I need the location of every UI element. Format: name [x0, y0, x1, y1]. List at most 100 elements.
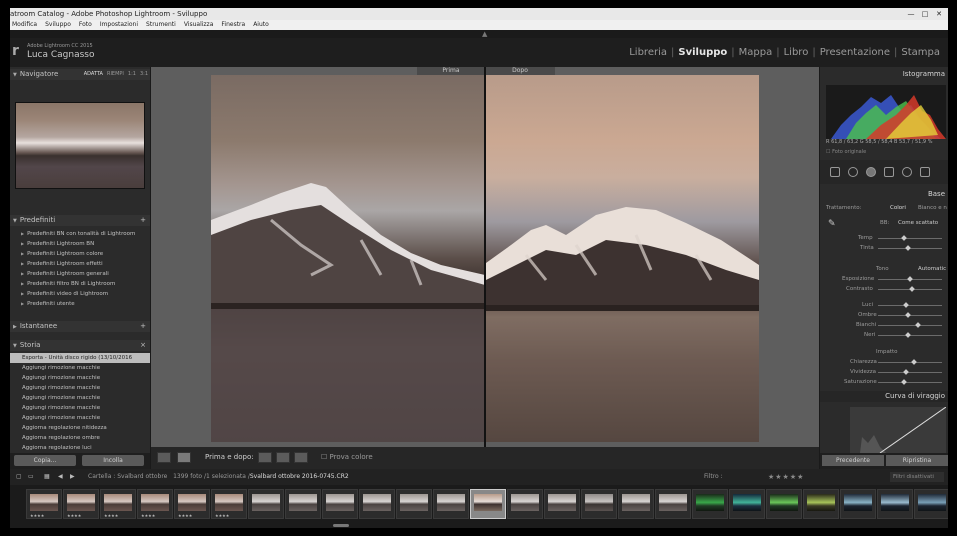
whites-slider[interactable] [878, 325, 942, 326]
filmstrip-thumbnail[interactable] [581, 489, 617, 519]
after-image[interactable] [486, 75, 759, 442]
contrast-knob[interactable] [909, 286, 915, 292]
history-item[interactable]: Aggiungi rimozione macchie [10, 403, 150, 413]
filmstrip-thumbnail[interactable] [433, 489, 469, 519]
copy-before-to-after-button[interactable] [258, 452, 272, 463]
module-libreria[interactable]: Libreria [629, 47, 667, 58]
histogram[interactable] [826, 85, 946, 139]
soft-proofing-checkbox[interactable]: ☐ Prova colore [321, 453, 373, 461]
vibrance-slider[interactable] [878, 372, 942, 373]
preset-folder[interactable]: ▶ Predefiniti filtro BN di Lightroom [10, 279, 150, 289]
filmstrip-thumbnail[interactable]: ★★★★ [211, 489, 247, 519]
navigator-header[interactable]: ▼ Navigatore ADATTA RIEMPI 1:1 3:1 [10, 69, 150, 80]
minimize-icon[interactable]: — [906, 8, 916, 20]
history-item[interactable]: Esporta - Unità disco rigido (13/10/2016… [10, 353, 150, 371]
preset-folder[interactable]: ▶ Predefiniti Lightroom effetti [10, 259, 150, 269]
radial-filter-icon[interactable] [902, 167, 912, 177]
clarity-slider[interactable] [878, 362, 942, 363]
treatment-bw[interactable]: Bianco e n [918, 205, 947, 211]
add-snapshot-icon[interactable]: + [140, 321, 146, 332]
red-eye-icon[interactable] [866, 167, 876, 177]
filmstrip-thumbnail[interactable] [285, 489, 321, 519]
history-item[interactable]: Aggiungi rimozione macchie [10, 393, 150, 403]
reset-button[interactable]: Ripristina [886, 455, 948, 466]
filmstrip-thumbnail-selected[interactable] [470, 489, 506, 519]
filmstrip-scrollbar[interactable] [333, 524, 349, 527]
menu-impostazioni[interactable]: Impostazioni [100, 20, 138, 30]
zoom-fill[interactable]: RIEMPI [107, 69, 124, 80]
tone-curve-header[interactable]: Curva di viraggio [820, 391, 948, 402]
basic-header[interactable]: Base [820, 189, 948, 200]
collapse-top-panel-icon[interactable]: ▲ [482, 31, 490, 38]
histogram-header[interactable]: Istogramma [820, 69, 948, 80]
filter-preset-select[interactable]: Filtri disattivati [890, 472, 944, 482]
adjustment-brush-icon[interactable] [920, 167, 930, 177]
temp-knob[interactable] [901, 235, 907, 241]
swap-before-after-button[interactable] [294, 452, 308, 463]
module-mappa[interactable]: Mappa [739, 47, 773, 58]
filmstrip-thumbnail[interactable]: ★★★★ [26, 489, 62, 519]
loupe-view-button[interactable] [157, 452, 171, 463]
zoom-fit[interactable]: ADATTA [84, 69, 103, 80]
navigator-preview[interactable] [15, 102, 145, 189]
menu-finestra[interactable]: Finestra [221, 20, 245, 30]
filmstrip-thumbnail[interactable] [729, 489, 765, 519]
preset-folder[interactable]: ▶ Predefiniti BN con tonalità di Lightroo… [10, 229, 150, 239]
filmstrip-thumbnail[interactable] [359, 489, 395, 519]
filmstrip-thumbnail[interactable]: ★★★★ [174, 489, 210, 519]
whites-knob[interactable] [915, 322, 921, 328]
shadows-knob[interactable] [905, 312, 911, 318]
history-item[interactable]: Aggiorna regolazione luci [10, 443, 150, 453]
presets-header[interactable]: ▼ Predefiniti + [10, 215, 150, 226]
preset-folder[interactable]: ▶ Predefiniti video di Lightroom [10, 289, 150, 299]
white-balance-select[interactable]: Come scattato [898, 220, 938, 226]
filmstrip-thumbnail[interactable] [877, 489, 913, 519]
display-2-icon[interactable]: ▭ [28, 469, 34, 485]
copy-after-to-before-button[interactable] [276, 452, 290, 463]
module-sviluppo[interactable]: Sviluppo [678, 47, 727, 58]
copy-settings-button[interactable]: Copia... [14, 455, 76, 466]
history-item[interactable]: Aggiorna regolazione ombre [10, 433, 150, 443]
before-image[interactable] [211, 75, 485, 442]
filmstrip-thumbnail[interactable] [692, 489, 728, 519]
tint-knob[interactable] [905, 245, 911, 251]
close-icon[interactable]: ✕ [934, 8, 944, 20]
history-item[interactable]: Aggiungi rimozione macchie [10, 383, 150, 393]
history-item[interactable]: Aggiungi rimozione macchie [10, 363, 150, 373]
clear-history-icon[interactable]: × [140, 340, 146, 351]
temp-slider[interactable] [878, 238, 942, 239]
filmstrip-thumbnail[interactable] [396, 489, 432, 519]
history-item[interactable]: Aggiungi rimozione macchie [10, 373, 150, 383]
history-item[interactable]: Aggiungi rimozione macchie [10, 413, 150, 423]
filmstrip-thumbnail[interactable] [803, 489, 839, 519]
back-arrow-icon[interactable]: ◀ [58, 469, 63, 485]
zoom-3-1[interactable]: 3:1 [140, 69, 148, 80]
tone-curve-graph[interactable] [850, 406, 947, 454]
filmstrip-thumbnail[interactable] [544, 489, 580, 519]
menu-modifica[interactable]: Modifica [12, 20, 37, 30]
snapshots-header[interactable]: ▶ Istantanee + [10, 321, 150, 332]
module-stampa[interactable]: Stampa [901, 47, 940, 58]
highlights-knob[interactable] [903, 302, 909, 308]
image-canvas[interactable]: Prima Dopo [151, 67, 819, 447]
preset-folder[interactable]: ▶ Predefiniti Lightroom BN [10, 239, 150, 249]
before-after-view-button[interactable] [177, 452, 191, 463]
preset-folder[interactable]: ▶ Predefiniti Lightroom generali [10, 269, 150, 279]
filmstrip-thumbnail[interactable] [655, 489, 691, 519]
blacks-knob[interactable] [905, 332, 911, 338]
grid-view-icon[interactable]: ▦ [44, 469, 50, 485]
preset-folder[interactable]: ▶ Predefiniti utente [10, 299, 150, 309]
filmstrip-source[interactable]: Cartella : Svalbard ottobre 1399 foto /1… [88, 469, 349, 485]
menu-strumenti[interactable]: Strumenti [146, 20, 176, 30]
paste-settings-button[interactable]: Incolla [82, 455, 144, 466]
filmstrip-thumbnail[interactable]: ★★★★ [63, 489, 99, 519]
add-preset-icon[interactable]: + [140, 215, 146, 226]
previous-button[interactable]: Precedente [822, 455, 884, 466]
treatment-color[interactable]: Colori [890, 205, 906, 211]
saturation-knob[interactable] [901, 379, 907, 385]
menu-foto[interactable]: Foto [79, 20, 92, 30]
preset-folder[interactable]: ▶ Predefiniti Lightroom colore [10, 249, 150, 259]
filmstrip-thumbnail[interactable] [914, 489, 948, 519]
filmstrip-thumbnail[interactable] [322, 489, 358, 519]
history-header[interactable]: ▼ Storia × [10, 340, 150, 351]
